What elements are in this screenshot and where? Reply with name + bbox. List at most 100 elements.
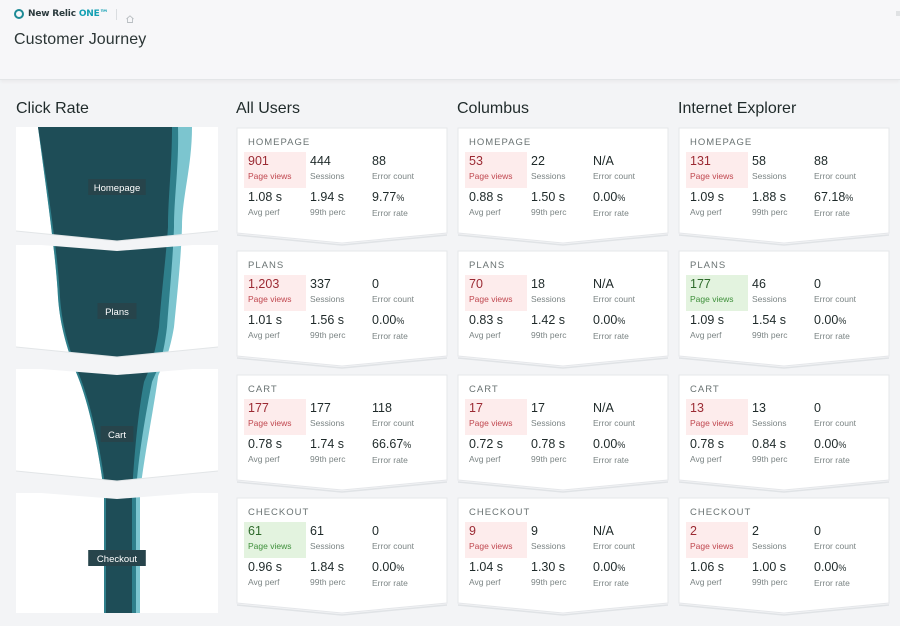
metric-page-views: 53 Page views <box>465 152 527 188</box>
metric-error-count: 88 Error count <box>368 152 434 188</box>
card-content: PLANS 177 Page views 46 Sessions 0 Error <box>678 250 890 360</box>
metric-avg-perf: 1.08 s Avg perf <box>244 188 306 224</box>
stage-name: HOMEPAGE <box>690 137 753 148</box>
metric-value: 0 <box>372 524 379 538</box>
new-relic-logo-icon <box>14 9 24 19</box>
metric-sessions: 2 Sessions <box>748 522 810 558</box>
metric-error-count: 118 Error count <box>368 399 434 435</box>
percent-sign: % <box>617 440 626 450</box>
metric-sessions: 17 Sessions <box>527 399 589 435</box>
journey-stage-card[interactable]: CHECKOUT 9 Page views 9 Sessions N/A Err <box>457 497 669 623</box>
metric-page-views: 131 Page views <box>686 152 748 188</box>
stage-name: PLANS <box>248 260 285 271</box>
metric-value: 901 <box>248 154 269 168</box>
metric-label: Sessions <box>310 541 345 551</box>
funnel-stage-label: Checkout <box>88 550 146 566</box>
metric-99th-percentile: 1.94 s 99th perc <box>306 188 368 224</box>
metric-label: 99th perc <box>531 454 567 464</box>
metric-value: 1.74 s <box>310 437 345 451</box>
metric-error-rate: 0.00% Error rate <box>810 311 876 347</box>
metric-page-views: 2 Page views <box>686 522 748 558</box>
metric-label: Avg perf <box>690 330 722 340</box>
percent-sign: % <box>396 193 405 203</box>
metric-label: Page views <box>690 294 734 304</box>
journey-stage-card[interactable]: CART 13 Page views 13 Sessions 0 Error c <box>678 374 890 500</box>
journey-stage-card[interactable]: HOMEPAGE 131 Page views 58 Sessions 88 E <box>678 127 890 253</box>
metric-label: Page views <box>469 294 513 304</box>
percent-sign: % <box>617 193 626 203</box>
metric-value: 0.00% <box>593 190 651 206</box>
metric-label: Sessions <box>752 294 787 304</box>
home-icon[interactable] <box>125 9 135 23</box>
page-title: Customer Journey <box>14 31 147 48</box>
metric-avg-perf: 1.01 s Avg perf <box>244 311 306 347</box>
error-rate-number: 67.18 <box>814 190 846 204</box>
metric-label: Page views <box>248 171 292 181</box>
column-title: Internet Explorer <box>678 100 797 117</box>
metric-label: Error count <box>372 294 415 304</box>
metric-avg-perf: 0.83 s Avg perf <box>465 311 527 347</box>
metric-value: 0.00% <box>593 313 651 329</box>
metric-label: Avg perf <box>690 577 722 587</box>
card-content: HOMEPAGE 901 Page views 444 Sessions 88 <box>236 127 448 237</box>
percent-sign: % <box>838 316 847 326</box>
percent-sign: % <box>403 440 412 450</box>
metric-value: 0.78 s <box>690 437 725 451</box>
card-content: CHECKOUT 9 Page views 9 Sessions N/A Err <box>457 497 669 607</box>
metric-label: Error rate <box>814 331 850 341</box>
metric-error-count: N/A Error count <box>589 399 655 435</box>
metric-page-views: 70 Page views <box>465 275 527 311</box>
metric-label: Sessions <box>310 294 345 304</box>
funnel-chart: Homepage Plans Cart Checkout <box>16 127 218 613</box>
metric-avg-perf: 0.78 s Avg perf <box>244 435 306 471</box>
window-edge <box>896 11 900 16</box>
percent-sign: % <box>396 316 405 326</box>
metric-label: Avg perf <box>469 454 501 464</box>
metric-error-count: 0 Error count <box>368 522 434 558</box>
brand[interactable]: New Relic ONE™ <box>14 8 135 23</box>
metric-label: Avg perf <box>469 207 501 217</box>
journey-stage-card[interactable]: CHECKOUT 2 Page views 2 Sessions 0 Error <box>678 497 890 623</box>
stage-name: CART <box>469 384 499 395</box>
journey-stage-card[interactable]: HOMEPAGE 53 Page views 22 Sessions N/A E <box>457 127 669 253</box>
metric-value: 1.30 s <box>531 560 566 574</box>
stage-name: HOMEPAGE <box>248 137 311 148</box>
metrics-grid: 17 Page views 17 Sessions N/A Error coun… <box>465 399 657 471</box>
metric-value: 53 <box>469 154 483 168</box>
metrics-grid: 9 Page views 9 Sessions N/A Error count <box>465 522 657 594</box>
metric-value: 70 <box>469 277 483 291</box>
journey-stage-card[interactable]: HOMEPAGE 901 Page views 444 Sessions 88 <box>236 127 448 253</box>
top-bar: New Relic ONE™ Customer Journey <box>0 0 900 80</box>
journey-stage-card[interactable]: CART 177 Page views 177 Sessions 118 Err <box>236 374 448 500</box>
metric-label: Error rate <box>372 331 408 341</box>
stage-name: CHECKOUT <box>248 507 310 518</box>
metric-value: 0.00% <box>814 560 872 576</box>
brand-name: New Relic <box>28 9 76 19</box>
card-content: CART 177 Page views 177 Sessions 118 Err <box>236 374 448 484</box>
metric-value: 0.72 s <box>469 437 504 451</box>
error-rate-number: 0.00 <box>372 560 397 574</box>
journey-stage-card[interactable]: CHECKOUT 61 Page views 61 Sessions 0 Err <box>236 497 448 623</box>
metric-label: Sessions <box>310 171 345 181</box>
metric-value: 0.88 s <box>469 190 504 204</box>
metric-page-views: 177 Page views <box>244 399 306 435</box>
metric-label: Error rate <box>593 331 629 341</box>
journey-stage-card[interactable]: PLANS 177 Page views 46 Sessions 0 Error <box>678 250 890 376</box>
metric-sessions: 177 Sessions <box>306 399 368 435</box>
metric-value: 66.67% <box>372 437 430 453</box>
metric-label: Sessions <box>310 418 345 428</box>
metric-sessions: 13 Sessions <box>748 399 810 435</box>
journey-stage-card[interactable]: PLANS 1,203 Page views 337 Sessions 0 Er <box>236 250 448 376</box>
metric-value: 1.08 s <box>248 190 283 204</box>
journey-stage-card[interactable]: CART 17 Page views 17 Sessions N/A Error <box>457 374 669 500</box>
journey-stage-card[interactable]: PLANS 70 Page views 18 Sessions N/A Erro <box>457 250 669 376</box>
metric-value: 1.09 s <box>690 313 725 327</box>
metric-value: 1.09 s <box>690 190 725 204</box>
metric-label: 99th perc <box>752 207 788 217</box>
metric-error-rate: 67.18% Error rate <box>810 188 876 224</box>
metric-sessions: 22 Sessions <box>527 152 589 188</box>
metric-label: 99th perc <box>752 577 788 587</box>
error-rate-number: 0.00 <box>593 313 618 327</box>
metric-avg-perf: 1.04 s Avg perf <box>465 558 527 594</box>
metric-label: Sessions <box>531 541 566 551</box>
